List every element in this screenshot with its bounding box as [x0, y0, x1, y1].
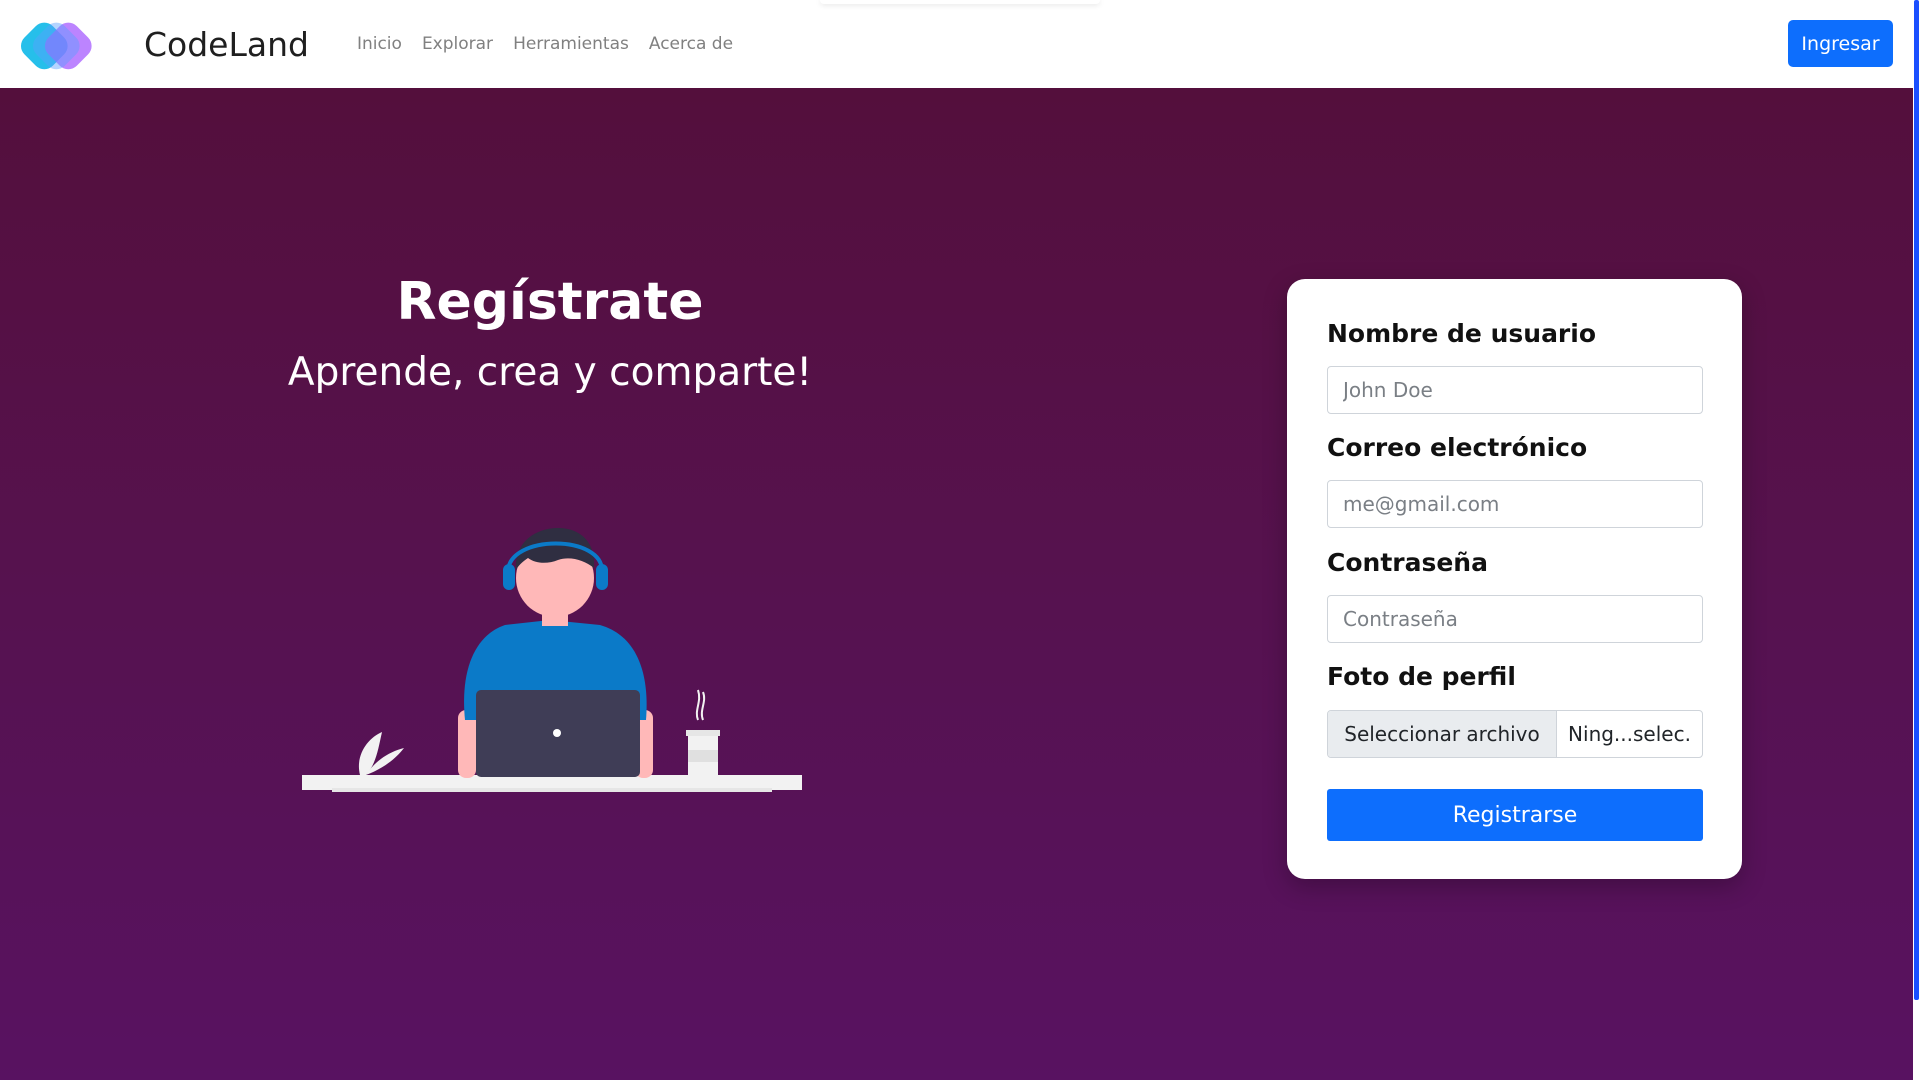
brand-name: CodeLand — [144, 24, 309, 64]
profile-photo-file-input[interactable]: Seleccionar archivo Ning...selec. — [1327, 710, 1703, 758]
nav-link-acerca-de[interactable]: Acerca de — [649, 34, 733, 54]
top-shadow — [820, 0, 1100, 4]
password-input[interactable] — [1327, 595, 1703, 643]
photo-label: Foto de perfil — [1327, 662, 1516, 691]
scrollbar-track[interactable] — [1913, 0, 1920, 1080]
file-status-text: Ning...selec. — [1568, 722, 1691, 746]
navbar: CodeLand Inicio Explorar Herramientas Ac… — [0, 0, 1913, 88]
nav-link-inicio[interactable]: Inicio — [357, 34, 402, 54]
select-file-button[interactable]: Seleccionar archivo — [1328, 711, 1557, 757]
person-at-laptop-illustration — [300, 520, 805, 795]
brand[interactable]: CodeLand — [19, 15, 309, 73]
register-button[interactable]: Registrarse — [1327, 789, 1703, 841]
nav-link-explorar[interactable]: Explorar — [422, 34, 493, 54]
nav-links: Inicio Explorar Herramientas Acerca de — [357, 34, 753, 54]
nav-link-herramientas[interactable]: Herramientas — [513, 34, 629, 54]
hero-subtitle: Aprende, crea y comparte! — [287, 350, 813, 395]
hero-title: Regístrate — [396, 272, 704, 332]
username-input[interactable] — [1327, 366, 1703, 414]
codeland-logo-icon — [19, 15, 113, 73]
password-label: Contraseña — [1327, 548, 1488, 577]
email-input[interactable] — [1327, 480, 1703, 528]
login-button[interactable]: Ingresar — [1788, 20, 1893, 67]
username-label: Nombre de usuario — [1327, 319, 1597, 348]
register-form-card: Nombre de usuario Correo electrónico Con… — [1287, 279, 1742, 879]
scrollbar-thumb[interactable] — [1914, 0, 1919, 1000]
email-label: Correo electrónico — [1327, 433, 1588, 462]
